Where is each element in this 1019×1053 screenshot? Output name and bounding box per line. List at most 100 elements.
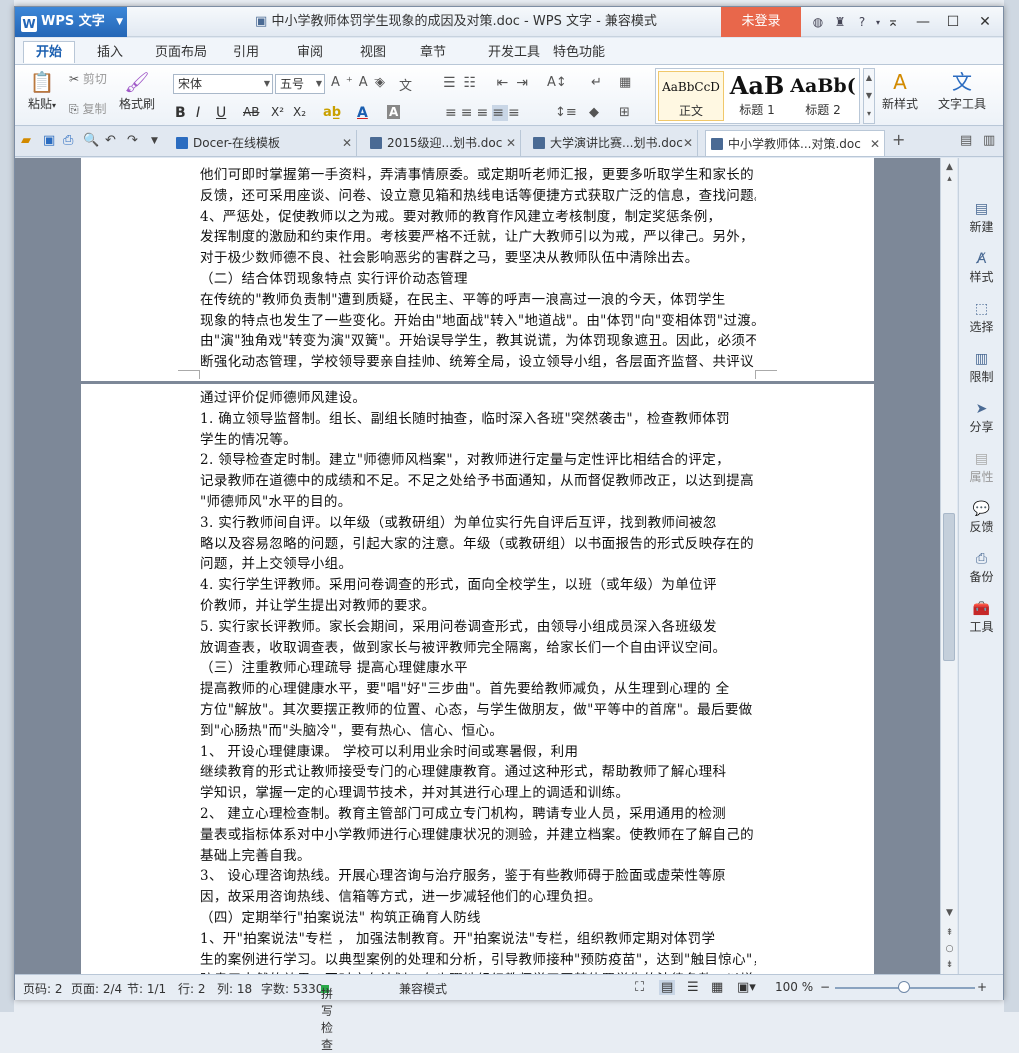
style-item[interactable]: AaBb(标题 2 bbox=[790, 71, 856, 121]
undo-icon[interactable]: ↶ bbox=[105, 133, 116, 148]
print-icon[interactable]: ⎙ bbox=[63, 133, 73, 148]
superscript-button[interactable]: X² bbox=[271, 105, 284, 119]
status-words[interactable]: 字数: 5330 bbox=[261, 980, 323, 997]
style-item[interactable]: AaB 标题 1 bbox=[724, 71, 790, 121]
clear-format-icon[interactable]: ◈ bbox=[375, 75, 385, 90]
char-shading-button[interactable]: A bbox=[387, 105, 401, 119]
show-marks-icon[interactable]: ↵ bbox=[591, 75, 602, 90]
font-size-select[interactable]: 五号 ▼ bbox=[275, 74, 325, 94]
font-name-value: 宋体 bbox=[178, 77, 203, 91]
reading-view-icon[interactable]: ▣▾ bbox=[737, 980, 756, 995]
highlight-button[interactable]: ab̲ bbox=[323, 105, 341, 120]
sidebar-item[interactable]: ⬚ 选择 bbox=[959, 300, 1004, 335]
sort-icon[interactable]: A↕ bbox=[547, 75, 567, 90]
bold-button[interactable]: B bbox=[175, 105, 186, 121]
web-view-icon[interactable]: ▦ bbox=[711, 980, 723, 995]
open-icon[interactable]: ▰ bbox=[21, 133, 31, 148]
tab-menu-icon[interactable]: ▥ bbox=[983, 133, 995, 148]
scroll-top-icon[interactable]: ▲ bbox=[941, 162, 958, 172]
copy-button[interactable]: ⎘ 复制 bbox=[69, 100, 106, 117]
select-browse-icon[interactable]: ○ bbox=[941, 944, 958, 954]
scrollbar-thumb[interactable] bbox=[943, 513, 955, 661]
print-preview-icon[interactable]: 🔍 bbox=[83, 133, 99, 148]
shading-icon[interactable]: ◆ bbox=[589, 105, 599, 120]
tab-list-icon[interactable]: ▤ bbox=[960, 133, 972, 148]
text-line: 记录教师在道德中的成绩和不足。不足之处给予书面通知，从而督促教师改正，以达到提高 bbox=[200, 473, 754, 490]
outline-view-icon[interactable]: ☰ bbox=[687, 980, 699, 995]
underline-button[interactable]: U bbox=[216, 105, 226, 121]
document-area[interactable]: 他们可即时掌握第一手资料，弄清事情原委。或定期听老师汇报，更要多听取学生和家长的… bbox=[15, 158, 940, 974]
next-page-icon[interactable]: ⇟ bbox=[941, 960, 958, 970]
skin-icon[interactable]: ◍ bbox=[807, 15, 829, 29]
sidebar-item[interactable]: ▥ 限制 bbox=[959, 350, 1004, 385]
sidebar-item[interactable]: 💬 反馈 bbox=[959, 500, 1004, 535]
menu-tab[interactable]: 审阅 bbox=[285, 42, 335, 64]
text-tools-button[interactable]: 文文字工具 bbox=[933, 69, 991, 112]
menu-tab[interactable]: 特色功能 bbox=[541, 42, 617, 64]
status-page-no[interactable]: 页码: 2 bbox=[23, 980, 63, 997]
menu-tab[interactable]: 开始 bbox=[23, 41, 76, 63]
document-tab[interactable]: 中小学教师体...对策.doc ✕ bbox=[705, 130, 885, 156]
sidebar-item[interactable]: ▤ 新建 bbox=[959, 200, 1004, 235]
text-line: 放调查表，收取调查表，做到家长与被评教师完全隔离，给家长们一个自由评议空间。 bbox=[200, 639, 727, 656]
style-preview: AaBbCcD bbox=[662, 80, 720, 94]
close-tab-icon[interactable]: ✕ bbox=[683, 130, 693, 156]
fullscreen-view-icon[interactable]: ⛶ bbox=[635, 980, 644, 995]
minimize-button[interactable]: — bbox=[907, 7, 939, 37]
scroll-down-icon[interactable]: ▼ bbox=[941, 908, 958, 918]
font-name-select[interactable]: 宋体 ▼ bbox=[173, 74, 273, 94]
zoom-out-icon[interactable]: − bbox=[820, 980, 830, 994]
menu-tab[interactable]: 插入 bbox=[85, 42, 135, 64]
new-style-button[interactable]: A 新样式 bbox=[873, 69, 927, 112]
zoom-level[interactable]: 100 % bbox=[775, 980, 813, 994]
redo-icon[interactable]: ↷ bbox=[127, 133, 138, 148]
scroll-up-icon[interactable]: ▴ bbox=[941, 174, 958, 184]
sidebar-item[interactable]: ⎙ 备份 bbox=[959, 550, 1004, 585]
app-menu-button[interactable]: W WPS 文字 ▼ bbox=[15, 7, 127, 37]
menu-tab[interactable]: 视图 bbox=[348, 42, 398, 64]
page-view-icon[interactable]: ▤ bbox=[659, 980, 676, 995]
close-tab-icon[interactable]: ✕ bbox=[506, 130, 516, 156]
close-button[interactable]: ✕ bbox=[969, 7, 1001, 37]
style-item[interactable]: AaBbCcD 正文 bbox=[658, 71, 724, 121]
document-tab[interactable]: 大学演讲比赛...划书.doc ✕ bbox=[528, 130, 698, 156]
shirt-icon[interactable]: ♜ bbox=[829, 15, 851, 29]
new-tab-plus-icon[interactable]: + bbox=[892, 130, 905, 149]
font-color-button[interactable]: A bbox=[357, 105, 368, 121]
list-buttons[interactable]: ☰☷ ⇤⇥ bbox=[443, 75, 536, 91]
menu-tab[interactable]: 引用 bbox=[221, 42, 271, 64]
vertical-scrollbar[interactable]: ▲ ▴ ▼ ⇞ ○ ⇟ bbox=[940, 158, 957, 974]
subscript-button[interactable]: X₂ bbox=[293, 105, 306, 119]
paste-button[interactable]: 📋 粘贴▾ bbox=[19, 69, 65, 112]
sidebar-item[interactable]: ➤ 分享 bbox=[959, 400, 1004, 435]
menu-tab[interactable]: 章节 bbox=[408, 42, 458, 64]
format-painter-button[interactable]: 🖌 格式刷 bbox=[117, 69, 157, 112]
italic-button[interactable]: I bbox=[196, 105, 200, 121]
menu-tab[interactable]: 页面布局 bbox=[143, 42, 219, 64]
table-icon[interactable]: ▦ bbox=[619, 75, 631, 90]
pinyin-icon[interactable]: 文 bbox=[399, 75, 412, 94]
document-tab[interactable]: 2015级迎...划书.doc ✕ bbox=[365, 130, 521, 156]
help-icon[interactable]: ? bbox=[851, 15, 873, 29]
zoom-slider-thumb[interactable] bbox=[898, 981, 910, 993]
status-pages[interactable]: 页面: 2/4 bbox=[71, 980, 122, 997]
sidebar-item[interactable]: 🧰 工具 bbox=[959, 600, 1004, 635]
close-tab-icon[interactable]: ✕ bbox=[870, 131, 880, 157]
save-icon[interactable]: ▣ bbox=[43, 133, 55, 148]
line-spacing-icon[interactable]: ↕≡ bbox=[555, 105, 577, 120]
close-tab-icon[interactable]: ✕ bbox=[342, 130, 352, 156]
login-button[interactable]: 未登录 bbox=[721, 7, 801, 37]
border-icon[interactable]: ⊞ bbox=[619, 105, 630, 120]
align-buttons[interactable]: ≡≡≡≡≡ bbox=[445, 105, 524, 121]
text-line: 学知识，掌握一定的心理调节技术，并对其进行心理上的调适和训练。 bbox=[200, 785, 630, 802]
maximize-button[interactable]: ☐ bbox=[937, 7, 969, 37]
sidebar-item[interactable]: ▤ 属性 bbox=[959, 450, 1004, 485]
strikethrough-button[interactable]: AB bbox=[243, 105, 259, 119]
document-tab[interactable]: Docer-在线模板 ✕ bbox=[171, 130, 357, 156]
quick-access-dropdown-icon[interactable]: ▼ bbox=[151, 136, 158, 146]
sidebar-item[interactable]: A̸ 样式 bbox=[959, 250, 1004, 285]
collapse-ribbon-button[interactable]: ⌅ bbox=[877, 7, 909, 37]
zoom-in-icon[interactable]: + bbox=[977, 980, 987, 994]
cut-button[interactable]: ✂ 剪切 bbox=[69, 70, 107, 87]
prev-page-icon[interactable]: ⇞ bbox=[941, 928, 958, 938]
